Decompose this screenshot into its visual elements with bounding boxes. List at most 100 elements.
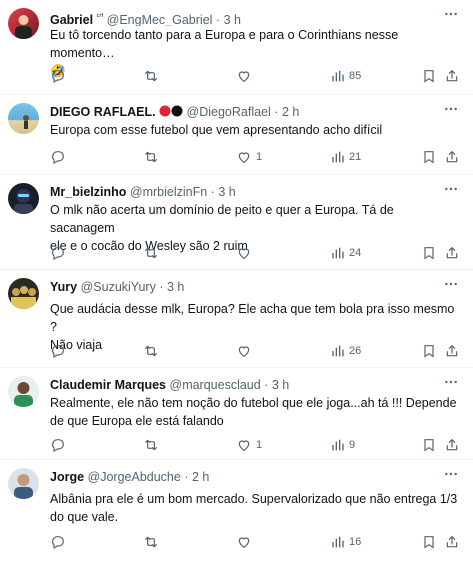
user-handle[interactable]: @JorgeAbduche: [88, 470, 181, 484]
like-button[interactable]: [236, 532, 256, 552]
avatar[interactable]: [8, 376, 39, 407]
tweet-text-line: de que Europa ele está falando: [50, 414, 224, 428]
timestamp[interactable]: 3 h: [167, 280, 184, 294]
retweet-button[interactable]: [143, 66, 163, 86]
share-button[interactable]: [444, 532, 460, 552]
reply-button[interactable]: [50, 435, 70, 455]
more-icon[interactable]: [443, 276, 459, 292]
tweet[interactable]: DIEGO RAFLAEL. @DiegoRaflael · 2 h Europ…: [0, 95, 473, 175]
more-icon[interactable]: [443, 181, 459, 197]
display-name[interactable]: DIEGO RAFLAEL.: [50, 105, 156, 119]
retweet-button[interactable]: [143, 532, 163, 552]
views-icon: [329, 437, 345, 453]
retweet-button[interactable]: [143, 243, 163, 263]
timestamp[interactable]: 3 h: [218, 185, 235, 199]
separator: ·: [215, 13, 221, 26]
avatar[interactable]: [8, 278, 39, 309]
bookmark-button[interactable]: [421, 532, 437, 552]
more-icon[interactable]: [443, 374, 459, 390]
share-icon: [444, 343, 460, 359]
user-handle[interactable]: @SuzukiYury: [81, 280, 156, 294]
like-button[interactable]: [236, 66, 256, 86]
avatar[interactable]: [8, 468, 39, 499]
avatar[interactable]: [8, 183, 39, 214]
tweet[interactable]: Jorge @JorgeAbduche · 2 h Albânia pra el…: [0, 460, 473, 565]
like-icon: [236, 68, 252, 84]
display-name[interactable]: Gabriel: [50, 13, 93, 26]
like-button[interactable]: 1: [236, 147, 262, 167]
bookmark-button[interactable]: [421, 435, 437, 455]
like-button[interactable]: [236, 341, 256, 361]
avatar[interactable]: [8, 103, 39, 134]
separator: ·: [159, 280, 164, 294]
reply-button[interactable]: [50, 147, 70, 167]
tweet-header: Jorge @JorgeAbduche · 2 h: [50, 468, 457, 486]
more-icon[interactable]: [443, 101, 459, 117]
display-name[interactable]: Claudemir Marques: [50, 378, 166, 392]
views-button[interactable]: 85: [329, 66, 361, 86]
share-button[interactable]: [444, 435, 460, 455]
user-handle[interactable]: @EngMec_Gabriel: [107, 13, 213, 26]
share-button[interactable]: [444, 341, 460, 361]
more-icon[interactable]: [443, 466, 459, 482]
like-icon: [236, 245, 252, 261]
reply-button[interactable]: [50, 532, 70, 552]
tweet-header: Mr_bielzinho @mrbielzinFn · 3 h: [50, 183, 457, 201]
share-icon: [444, 534, 460, 550]
timestamp[interactable]: 2 h: [192, 470, 209, 484]
share-button[interactable]: [444, 147, 460, 167]
views-icon: [329, 68, 345, 84]
timestamp[interactable]: 3 h: [272, 378, 289, 392]
tweet[interactable]: Claudemir Marques @marquesclaud · 3 h Re…: [0, 368, 473, 460]
timestamp[interactable]: 3 h: [224, 13, 241, 26]
views-button[interactable]: 26: [329, 341, 361, 361]
separator: ·: [184, 470, 189, 484]
retweet-icon: [143, 343, 159, 359]
black-circle-icon: [171, 104, 183, 121]
bookmark-icon: [421, 343, 437, 359]
tweet-header: Yury @SuzukiYury · 3 h: [50, 278, 457, 296]
share-button[interactable]: [444, 243, 460, 263]
like-icon: [236, 343, 252, 359]
user-handle[interactable]: @DiegoRaflael: [187, 105, 271, 119]
tweet-text: Albânia pra ele é um bom mercado. Superv…: [50, 490, 459, 526]
bookmark-button[interactable]: [421, 243, 437, 263]
action-bar: 1 9: [50, 435, 460, 455]
action-bar: 24: [50, 243, 460, 263]
display-name[interactable]: Yury: [50, 280, 77, 294]
share-icon: [444, 437, 460, 453]
display-name[interactable]: Jorge: [50, 470, 84, 484]
retweet-icon: [143, 68, 159, 84]
more-icon[interactable]: [443, 6, 459, 22]
bookmark-button[interactable]: [421, 341, 437, 361]
user-handle[interactable]: @marquesclaud: [170, 378, 261, 392]
avatar[interactable]: [8, 8, 39, 39]
retweet-button[interactable]: [143, 341, 163, 361]
views-button[interactable]: 24: [329, 243, 361, 263]
like-button[interactable]: [236, 243, 256, 263]
separator: ·: [210, 185, 215, 199]
views-icon: [329, 245, 345, 261]
like-button[interactable]: 1: [236, 435, 262, 455]
share-icon: [444, 245, 460, 261]
reply-button[interactable]: [50, 66, 70, 86]
tweet[interactable]: Yury @SuzukiYury · 3 h Que audácia desse…: [0, 270, 473, 368]
tweet[interactable]: Gabriel ᶜʳᶠ @EngMec_Gabriel · 3 h Eu tô …: [0, 0, 473, 95]
views-button[interactable]: 9: [329, 435, 355, 455]
views-icon: [329, 534, 345, 550]
bookmark-button[interactable]: [421, 66, 437, 86]
reply-button[interactable]: [50, 243, 70, 263]
user-handle[interactable]: @mrbielzinFn: [130, 185, 207, 199]
tweet[interactable]: Mr_bielzinho @mrbielzinFn · 3 h O mlk nã…: [0, 175, 473, 270]
retweet-button[interactable]: [143, 435, 163, 455]
reply-button[interactable]: [50, 341, 70, 361]
bookmark-button[interactable]: [421, 147, 437, 167]
retweet-button[interactable]: [143, 147, 163, 167]
views-button[interactable]: 21: [329, 147, 361, 167]
retweet-icon: [143, 534, 159, 550]
share-button[interactable]: [444, 66, 460, 86]
display-name[interactable]: Mr_bielzinho: [50, 185, 126, 199]
tweet-text-line: Realmente, ele não tem noção do futebol …: [50, 396, 457, 410]
timestamp[interactable]: 2 h: [282, 105, 299, 119]
views-button[interactable]: 16: [329, 532, 361, 552]
